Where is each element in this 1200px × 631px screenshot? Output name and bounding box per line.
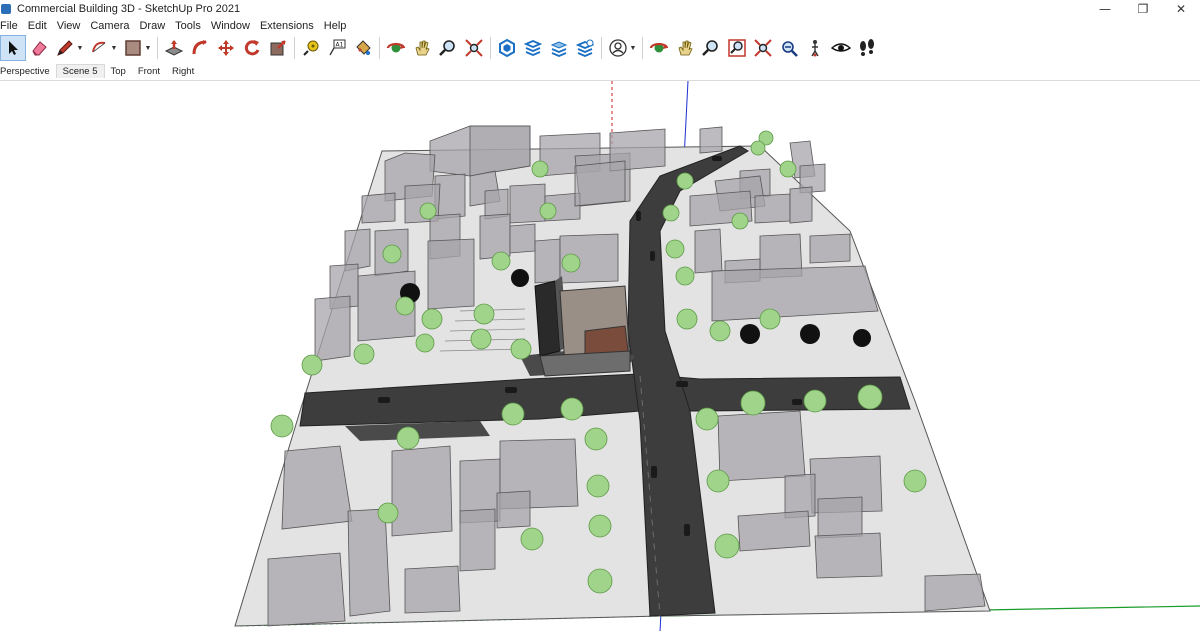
user-icon [609,39,627,57]
eraser-tool[interactable] [26,35,52,61]
rotate-icon [244,40,260,56]
orbit-icon [649,42,669,53]
previous-view-icon [782,41,798,57]
move-tool[interactable] [213,35,239,61]
window-title: Commercial Building 3D - SketchUp Pro 20… [17,3,241,15]
commercial-building [534,276,631,377]
move-icon [218,40,234,56]
menu-tools[interactable]: Tools [171,20,205,32]
close-button[interactable]: ✕ [1162,0,1200,18]
paint-bucket-tool[interactable] [350,35,376,61]
text-tool[interactable]: A1 [324,35,350,61]
arc-icon [92,41,106,53]
line-tool[interactable] [52,35,78,61]
zoom-tool[interactable] [435,35,461,61]
zoom-extents-tool[interactable] [461,35,487,61]
extension-manager-icon [575,39,595,57]
hand-icon [678,40,693,56]
menu-view[interactable]: View [53,20,85,32]
menu-help[interactable]: Help [320,20,351,32]
sketchup-logo-icon [1,4,11,14]
orbit-tool[interactable] [383,35,409,61]
toolbar-separator [490,37,491,59]
toolbar-separator [642,37,643,59]
push-pull-tool[interactable] [161,35,187,61]
warehouse-icon [499,38,515,58]
orbit-icon [386,42,406,53]
send-to-layout-button[interactable] [546,35,572,61]
select-tool[interactable] [0,35,26,61]
follow-me-icon [192,40,207,55]
magnifier-icon [439,40,455,56]
toolbar-separator [601,37,602,59]
tape-measure-icon [303,40,319,56]
position-camera-tool[interactable] [802,35,828,61]
zoom-tool-2[interactable] [698,35,724,61]
scale-tool[interactable] [265,35,291,61]
shape-tool[interactable] [120,35,146,61]
pencil-icon [57,40,73,56]
follow-me-tool[interactable] [187,35,213,61]
restore-button[interactable]: ❐ [1124,0,1162,18]
menu-file[interactable]: File [0,20,22,32]
rotate-tool[interactable] [239,35,265,61]
layout-icon [550,41,568,57]
menu-camera[interactable]: Camera [86,20,133,32]
rectangle-icon [125,40,141,56]
scene-tabs: Perspective Scene 5 Top Front Right [0,62,1200,80]
model-viewport[interactable] [0,80,1200,631]
menu-draw[interactable]: Draw [135,20,169,32]
arrow-cursor-icon [9,41,18,55]
warehouse-button[interactable] [494,35,520,61]
walk-tool[interactable] [854,35,880,61]
zoom-window-tool[interactable] [724,35,750,61]
footprints-icon [860,39,874,56]
window-controls: — ❐ ✕ [1086,0,1200,18]
eye-icon [831,43,851,52]
hand-icon [415,40,430,56]
menu-bar: File Edit View Camera Draw Tools Window … [0,18,1200,34]
menu-window[interactable]: Window [207,20,254,32]
scene-tab-front[interactable]: Front [132,65,166,78]
push-pull-icon [164,40,184,56]
city-block-model [234,81,1200,631]
magnifier-icon [702,40,718,56]
position-camera-icon [811,40,819,57]
scene-tab-scene-5[interactable]: Scene 5 [55,64,105,78]
extension-manager-button[interactable] [572,35,598,61]
zoom-extents-tool-2[interactable] [750,35,776,61]
arc-tool[interactable] [86,35,112,61]
toolbar-separator [157,37,158,59]
scene-tab-top[interactable]: Top [105,65,132,78]
scene-tab-right[interactable]: Right [166,65,200,78]
menu-extensions[interactable]: Extensions [256,20,318,32]
tape-measure-tool[interactable] [298,35,324,61]
menu-edit[interactable]: Edit [24,20,51,32]
main-toolbar: ▼ ▼ ▼ A1 ▼ [0,34,1200,62]
eraser-icon [32,41,47,56]
look-around-tool[interactable] [828,35,854,61]
text-icon: A1 [329,39,346,56]
zoom-window-icon [728,39,746,57]
scene-tab-perspective[interactable]: Perspective [0,65,56,78]
svg-text:A1: A1 [336,42,344,49]
minimize-button[interactable]: — [1086,0,1124,18]
pan-tool-2[interactable] [672,35,698,61]
pan-tool[interactable] [409,35,435,61]
paint-bucket-icon [356,40,371,55]
title-bar: Commercial Building 3D - SketchUp Pro 20… [0,0,1200,18]
previous-view-button[interactable] [776,35,802,61]
toolbar-separator [379,37,380,59]
zoom-extents-icon [754,39,772,57]
orbit-tool-2[interactable] [646,35,672,61]
extension-warehouse-icon [523,40,543,56]
scale-icon [270,40,286,56]
extension-warehouse-button[interactable] [520,35,546,61]
zoom-extents-icon [465,39,483,57]
toolbar-separator [294,37,295,59]
account-button[interactable] [605,35,631,61]
